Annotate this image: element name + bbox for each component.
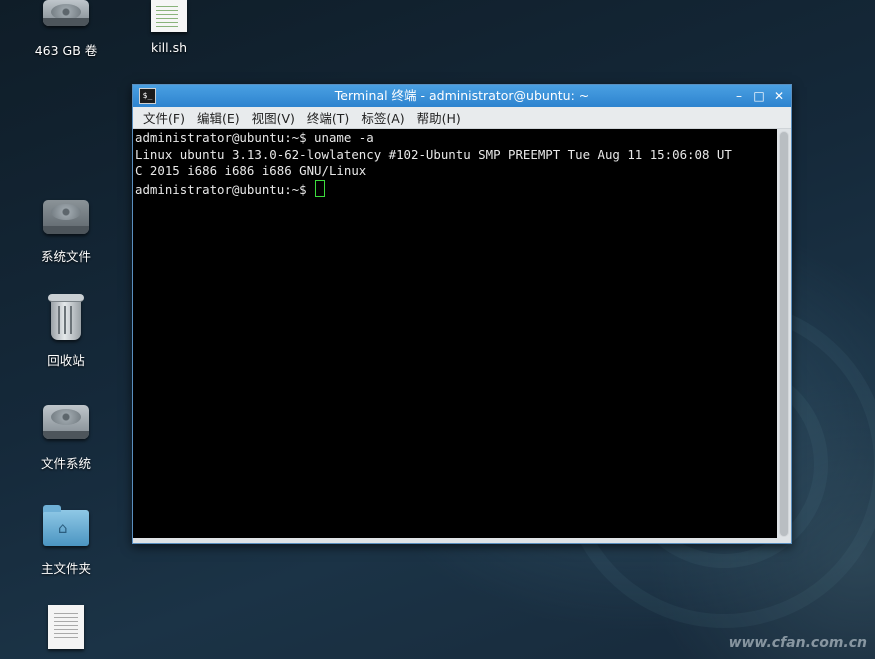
terminal-prompt: administrator@ubuntu:~$	[135, 181, 315, 197]
menu-view[interactable]: 视图(V)	[246, 108, 301, 127]
desktop-icon-file-system[interactable]: 文件系统	[26, 405, 106, 472]
drive-icon	[43, 0, 89, 26]
desktop-icon-label: 系统文件	[40, 249, 91, 264]
terminal-line: C 2015 i686 i686 i686 GNU/Linux	[135, 163, 367, 178]
terminal-line: Linux ubuntu 3.13.0-62-lowlatency #102-U…	[135, 146, 732, 162]
window-titlebar[interactable]: $_ Terminal 终端 - administrator@ubuntu: ~…	[133, 85, 791, 107]
menu-file[interactable]: 文件(F)	[137, 108, 191, 127]
terminal-scrollbar[interactable]	[779, 131, 789, 537]
desktop-icon-label: 文件系统	[40, 456, 91, 471]
terminal-output[interactable]: administrator@ubuntu:~$ uname -a Linux ub…	[133, 129, 777, 538]
terminal-prompt-line: administrator@ubuntu:~$	[135, 179, 775, 199]
desktop-icon-label: 主文件夹	[40, 561, 91, 576]
close-icon[interactable]: ✕	[773, 85, 785, 107]
home-folder-icon: ⌂	[43, 505, 89, 546]
desktop-icon-home-folder[interactable]: ⌂ 主文件夹	[26, 505, 106, 577]
script-file-icon	[151, 0, 187, 32]
desktop-icon-kill-sh[interactable]: kill.sh	[129, 0, 209, 55]
window-title: Terminal 终端 - administrator@ubuntu: ~	[334, 88, 590, 103]
drive-icon	[43, 405, 89, 439]
watermark: www.cfan.com.cn	[728, 635, 867, 651]
desktop-icon-text-file[interactable]	[26, 605, 106, 649]
terminal-app-icon: $_	[139, 88, 156, 104]
menubar: 文件(F) 编辑(E) 视图(V) 终端(T) 标签(A) 帮助(H)	[133, 107, 791, 129]
maximize-icon[interactable]: □	[753, 85, 765, 107]
minimize-icon[interactable]: –	[733, 85, 745, 107]
menu-edit[interactable]: 编辑(E)	[191, 108, 246, 127]
terminal-window[interactable]: $_ Terminal 终端 - administrator@ubuntu: ~…	[132, 84, 792, 544]
terminal-line: administrator@ubuntu:~$ uname -a	[135, 130, 374, 145]
menu-tabs[interactable]: 标签(A)	[355, 108, 410, 127]
drive-icon	[43, 200, 89, 234]
desktop-icon-system-files[interactable]: 系统文件	[26, 200, 106, 265]
menu-terminal[interactable]: 终端(T)	[301, 108, 355, 127]
desktop-icon-trash[interactable]: 回收站	[26, 294, 106, 369]
scrollbar-thumb[interactable]	[780, 132, 788, 536]
desktop-icon-label: 回收站	[47, 353, 85, 368]
trash-icon	[48, 294, 84, 340]
desktop-icon-label: kill.sh	[150, 40, 188, 55]
desktop-icon-label: 463 GB 卷	[34, 43, 98, 58]
desktop-icon-463gb-volume[interactable]: 463 GB 卷	[26, 0, 106, 59]
home-icon: ⌂	[58, 519, 68, 537]
terminal-cursor	[315, 179, 326, 197]
menu-help[interactable]: 帮助(H)	[411, 108, 467, 127]
text-file-icon	[48, 605, 84, 649]
